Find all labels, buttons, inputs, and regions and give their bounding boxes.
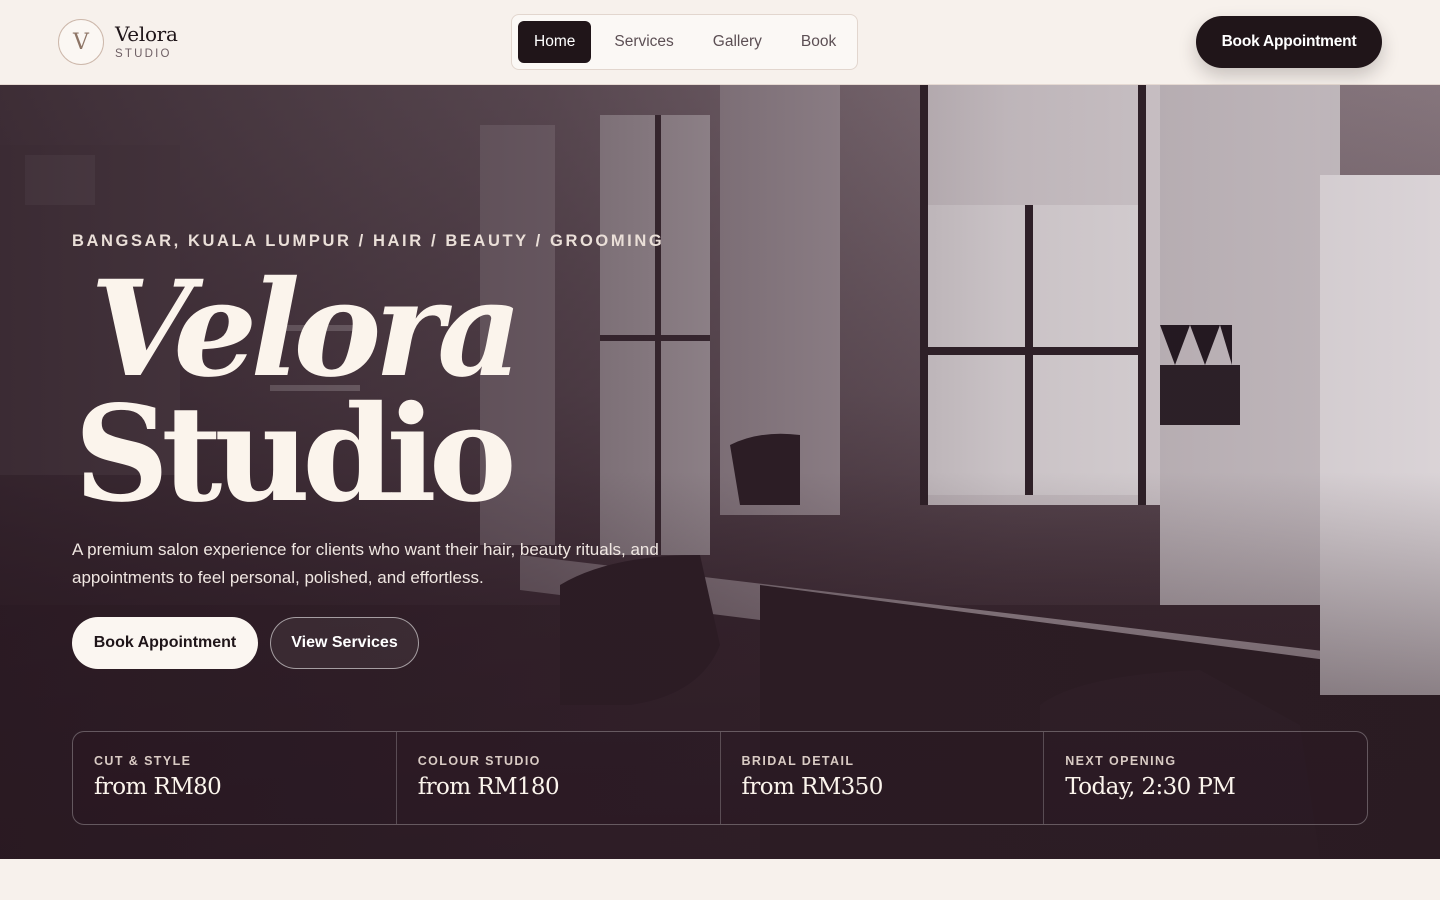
stat-label: CUT & STYLE xyxy=(94,754,192,768)
hero-description: A premium salon experience for clients w… xyxy=(72,540,659,587)
stat-cut-style: CUT & STYLE from RM80 xyxy=(73,732,397,824)
stat-value: from RM180 xyxy=(417,774,560,800)
stat-colour-studio: COLOUR STUDIO from RM180 xyxy=(397,732,721,824)
stat-bridal-detail: BRIDAL DETAIL from RM350 xyxy=(721,732,1045,824)
stat-label: BRIDAL DETAIL xyxy=(741,754,855,768)
hero-section: BANGSAR, KUALA LUMPUR / HAIR / BEAUTY / … xyxy=(0,85,1440,859)
stat-label: NEXT OPENING xyxy=(1065,754,1177,768)
stat-next-opening: NEXT OPENING Today, 2:30 PM xyxy=(1044,732,1367,824)
nav-services[interactable]: Services xyxy=(598,21,689,63)
hero-book-appointment-button[interactable]: Book Appointment xyxy=(72,617,258,669)
hero-view-services-button[interactable]: View Services xyxy=(270,617,419,669)
nav-book[interactable]: Book xyxy=(785,21,852,63)
brand-text: Velora STUDIO xyxy=(115,23,178,61)
pricing-stats-bar: CUT & STYLE from RM80 COLOUR STUDIO from… xyxy=(72,731,1368,825)
stat-value: from RM350 xyxy=(741,774,884,800)
brand-name: Velora xyxy=(115,22,178,46)
stat-value: from RM80 xyxy=(94,774,222,800)
nav-home[interactable]: Home xyxy=(518,21,592,63)
brand-logo[interactable]: V Velora STUDIO xyxy=(58,19,178,65)
hero-title-studio: Studio xyxy=(74,377,517,532)
brand-subtitle: STUDIO xyxy=(115,48,172,60)
main-nav: Home Services Gallery Book xyxy=(511,14,858,70)
header-book-appointment-button[interactable]: Book Appointment xyxy=(1196,16,1382,68)
site-header: V Velora STUDIO Home Services Gallery Bo… xyxy=(0,0,1440,85)
stat-value: Today, 2:30 PM xyxy=(1065,774,1236,800)
stat-label: COLOUR STUDIO xyxy=(417,754,541,768)
nav-gallery[interactable]: Gallery xyxy=(697,21,778,63)
hero-eyebrow: BANGSAR, KUALA LUMPUR / HAIR / BEAUTY / … xyxy=(72,232,665,250)
brand-monogram-icon: V xyxy=(58,19,104,65)
